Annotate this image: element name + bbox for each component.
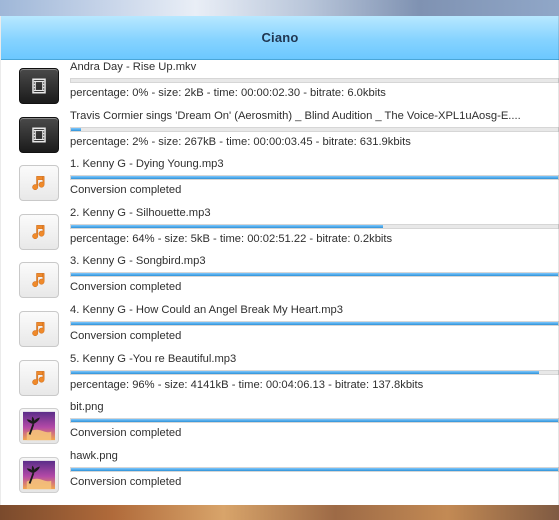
- item-filename: bit.png: [70, 401, 104, 414]
- list-item: Andra Day - Rise Up.mkv percentage: 0% -…: [1, 60, 559, 109]
- music-note-icon: [19, 310, 59, 347]
- list-item: 5. Kenny G -You re Beautiful.mp3 percent…: [1, 352, 559, 401]
- list-item: 1. Kenny G - Dying Young.mp3 Conversion …: [1, 157, 559, 206]
- window-titlebar: Ciano: [1, 16, 559, 60]
- item-filename: 1. Kenny G - Dying Young.mp3: [70, 158, 224, 171]
- progress-bar-fill: [71, 370, 539, 374]
- music-note-icon: [19, 213, 59, 250]
- item-filename: 3. Kenny G - Songbird.mp3: [70, 255, 206, 268]
- item-filename: 4. Kenny G - How Could an Angel Break My…: [70, 303, 343, 316]
- image-thumbnail-icon-svg: [23, 412, 55, 441]
- film-icon: [19, 68, 59, 104]
- music-note-icon: [19, 165, 59, 202]
- item-status: percentage: 96% - size: 4141kB - time: 0…: [70, 378, 424, 391]
- item-status: Conversion completed: [70, 475, 182, 488]
- list-item: Travis Cormier sings 'Dream On' (Aerosmi…: [1, 109, 559, 158]
- music-note-icon: [19, 262, 59, 299]
- image-thumbnail-icon: [19, 456, 59, 493]
- progress-bar: [70, 78, 559, 83]
- item-status: Conversion completed: [70, 184, 182, 197]
- item-filename: 2. Kenny G - Silhouette.mp3: [70, 206, 211, 219]
- progress-bar-fill: [71, 467, 558, 471]
- desktop-wallpaper-bottom: [0, 505, 559, 520]
- progress-bar: [70, 175, 559, 181]
- item-filename: Andra Day - Rise Up.mkv: [70, 61, 197, 73]
- item-status: percentage: 2% - size: 267kB - time: 00:…: [70, 135, 411, 148]
- progress-bar: [70, 126, 559, 132]
- progress-bar-fill: [71, 273, 558, 277]
- progress-bar-fill: [71, 321, 558, 325]
- item-status: Conversion completed: [70, 427, 182, 440]
- item-filename: hawk.png: [70, 449, 118, 462]
- progress-bar-fill: [71, 224, 383, 228]
- item-status: percentage: 0% - size: 2kB - time: 00:00…: [70, 87, 386, 99]
- music-note-icon: [19, 359, 59, 396]
- item-filename: 5. Kenny G -You re Beautiful.mp3: [70, 352, 237, 365]
- film-icon: [19, 116, 59, 153]
- music-note-icon-svg: [32, 176, 45, 191]
- progress-bar-fill: [71, 176, 558, 180]
- film-icon-svg: [32, 127, 46, 143]
- item-status: Conversion completed: [70, 329, 182, 342]
- music-note-icon-svg: [32, 273, 45, 288]
- progress-bar: [70, 320, 559, 326]
- item-status: Conversion completed: [70, 281, 182, 294]
- music-note-icon-svg: [32, 370, 45, 385]
- list-item: 3. Kenny G - Songbird.mp3 Conversion com…: [1, 254, 559, 303]
- progress-bar: [70, 369, 559, 375]
- item-status: percentage: 64% - size: 5kB - time: 00:0…: [70, 232, 393, 245]
- list-item: 4. Kenny G - How Could an Angel Break My…: [1, 303, 559, 352]
- progress-bar-fill: [71, 127, 81, 131]
- progress-bar: [70, 466, 559, 472]
- item-filename: Travis Cormier sings 'Dream On' (Aerosmi…: [70, 109, 521, 122]
- window-title: Ciano: [261, 30, 299, 45]
- conversion-list: Andra Day - Rise Up.mkv percentage: 0% -…: [1, 60, 559, 505]
- music-note-icon-svg: [32, 322, 45, 337]
- progress-bar: [70, 223, 559, 229]
- desktop-wallpaper-top: [0, 0, 559, 16]
- progress-bar: [70, 272, 559, 278]
- progress-bar: [70, 418, 559, 424]
- image-thumbnail-icon-svg: [23, 460, 55, 489]
- image-thumbnail-icon: [19, 408, 59, 445]
- progress-bar-fill: [71, 419, 558, 423]
- list-item: 2. Kenny G - Silhouette.mp3 percentage: …: [1, 206, 559, 255]
- app-window: Ciano Andra Day - Rise Up.mkv percentage…: [0, 16, 559, 505]
- film-icon-svg: [32, 78, 46, 94]
- list-item: hawk.png Conversion completed: [1, 449, 559, 498]
- list-item: bit.png Conversion completed: [1, 400, 559, 449]
- music-note-icon-svg: [32, 224, 45, 239]
